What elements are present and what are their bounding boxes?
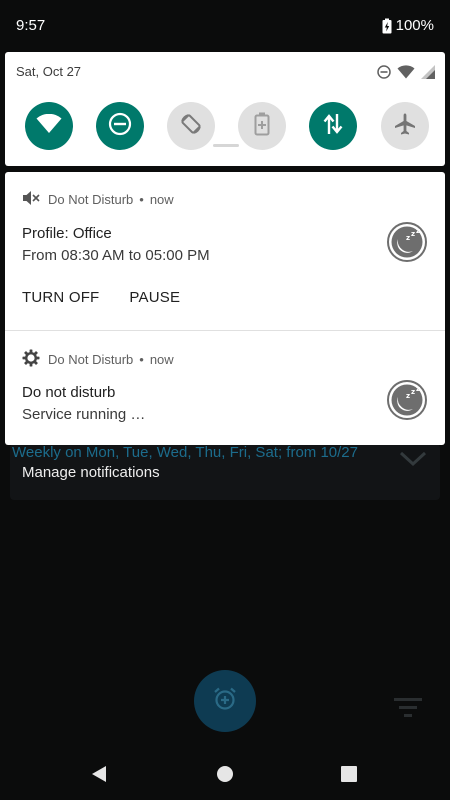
qs-tiles — [25, 102, 429, 150]
notification-app-name: Do Not Disturb — [48, 192, 134, 207]
rotate-icon — [179, 112, 203, 141]
notification-text: From 08:30 AM to 05:00 PM — [22, 247, 210, 264]
svg-text:z: z — [416, 385, 420, 393]
notification-header: Do Not Disturb • now — [22, 190, 174, 209]
svg-text:z: z — [411, 230, 415, 238]
pause-button[interactable]: PAUSE — [129, 289, 180, 306]
notification-app-name: Do Not Disturb — [48, 352, 134, 367]
battery-percent: 100% — [395, 17, 434, 34]
notification-separator: • — [139, 192, 144, 207]
status-right: 100% — [382, 17, 434, 34]
svg-text:z: z — [406, 234, 410, 242]
bg-schedule-text: Weekly on Mon, Tue, Wed, Thu, Fri, Sat; … — [12, 444, 358, 461]
notification-time: now — [149, 352, 174, 367]
notification-title: Do not disturb — [22, 384, 116, 401]
notification-text: Service running … — [22, 406, 146, 423]
home-icon[interactable] — [216, 765, 234, 788]
qs-tile-auto-rotate[interactable] — [167, 102, 215, 150]
status-time: 9:57 — [16, 17, 46, 34]
recents-icon[interactable] — [341, 766, 357, 787]
wifi-icon — [36, 113, 62, 139]
notification-actions: TURN OFF PAUSE — [22, 289, 180, 306]
svg-text:z: z — [411, 388, 415, 396]
muted-speaker-icon — [22, 190, 40, 209]
gear-icon — [22, 349, 40, 370]
chevron-down-icon[interactable] — [398, 450, 428, 473]
status-bar: 9:57 100% — [0, 0, 450, 52]
qs-tile-mobile-data[interactable] — [309, 102, 357, 150]
notification-time: now — [149, 192, 174, 207]
qs-tile-airplane-mode[interactable] — [381, 102, 429, 150]
nav-bar — [0, 748, 450, 800]
notification-title: Profile: Office — [22, 225, 112, 242]
notification-separator: • — [139, 352, 144, 367]
dnd-minus-icon — [377, 65, 391, 84]
notification-profile-office[interactable]: Do Not Disturb • now Profile: Office Fro… — [5, 172, 445, 330]
add-alarm-button[interactable] — [194, 670, 256, 732]
battery-plus-icon — [254, 112, 270, 141]
qs-status-icons — [377, 65, 435, 84]
airplane-icon — [393, 112, 417, 141]
manage-notifications-button[interactable]: Manage notifications — [22, 464, 160, 481]
qs-tile-battery-saver[interactable] — [238, 102, 286, 150]
svg-text:z: z — [406, 392, 410, 400]
add-alarm-icon — [212, 686, 238, 717]
notification-service-running[interactable]: Do Not Disturb • now Do not disturb Serv… — [5, 331, 445, 445]
back-icon[interactable] — [90, 764, 108, 789]
filter-icon[interactable] — [394, 698, 422, 723]
qs-drag-handle[interactable] — [213, 144, 239, 147]
qs-date[interactable]: Sat, Oct 27 — [16, 64, 81, 79]
quick-settings-panel: Sat, Oct 27 — [5, 52, 445, 166]
data-arrows-icon — [322, 112, 344, 141]
qs-tile-do-not-disturb[interactable] — [96, 102, 144, 150]
svg-text:z: z — [416, 227, 420, 235]
notification-header: Do Not Disturb • now — [22, 349, 174, 370]
sleep-moon-icon: z z z — [387, 380, 427, 425]
turn-off-button[interactable]: TURN OFF — [22, 289, 99, 306]
battery-charging-icon — [382, 18, 392, 34]
dnd-minus-icon — [108, 112, 132, 141]
qs-tile-wifi[interactable] — [25, 102, 73, 150]
wifi-icon — [397, 65, 415, 84]
sleep-moon-icon: z z z — [387, 222, 427, 267]
cell-signal-icon — [421, 65, 435, 84]
